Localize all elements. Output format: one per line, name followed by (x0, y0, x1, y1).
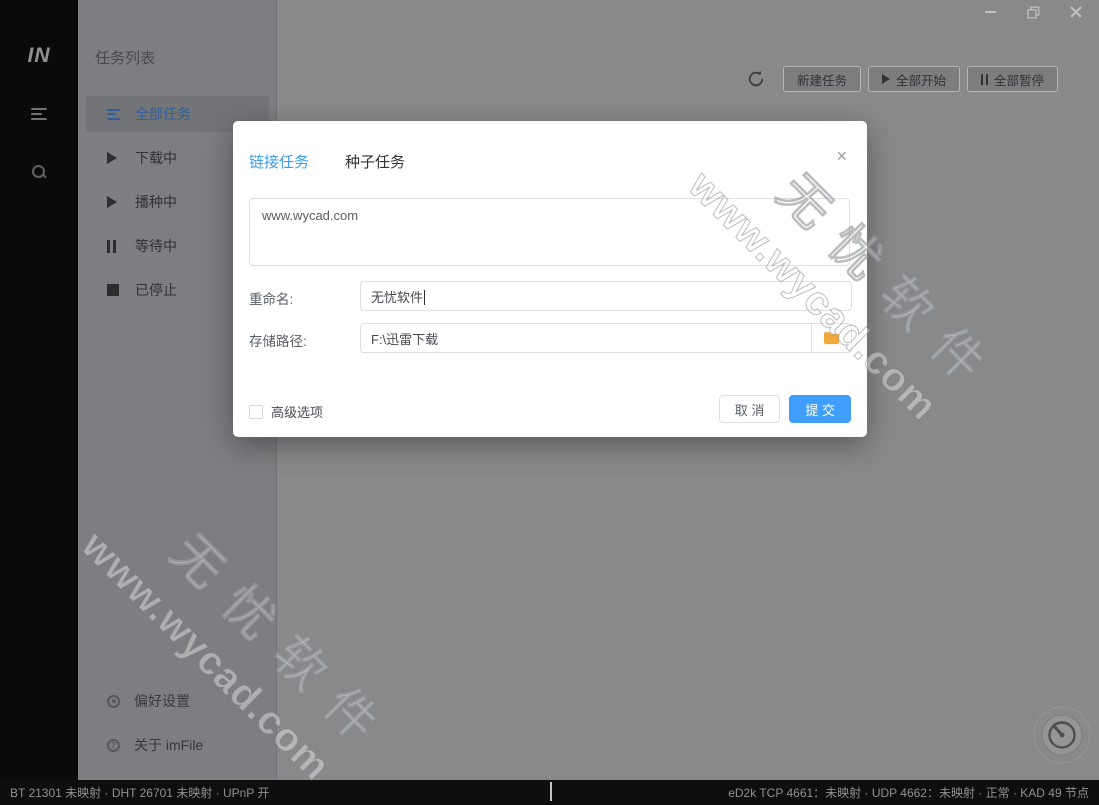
pause-icon (107, 240, 127, 253)
about-icon: ? (107, 739, 127, 752)
play-icon (107, 196, 127, 208)
browse-folder-button[interactable] (811, 324, 851, 352)
task-list-icon (107, 106, 127, 122)
left-rail: IN (0, 0, 78, 780)
submit-button[interactable]: 提 交 (789, 395, 851, 423)
minimize-icon (985, 11, 996, 13)
folder-icon (823, 331, 840, 345)
maximize-icon (1027, 6, 1040, 19)
advanced-options-label: 高级选项 (271, 402, 323, 421)
sidebar-item-preferences[interactable]: 偏好设置 (78, 683, 277, 719)
status-right: eD2k TCP 4661：未映射 · UDP 4662：未映射 · 正常 · … (728, 784, 1089, 801)
maximize-button[interactable] (1026, 5, 1040, 19)
sidebar-item-about[interactable]: ? 关于 imFile (78, 727, 277, 763)
path-label: 存储路径: (249, 330, 307, 350)
link-textarea-value: www.wycad.com (262, 208, 358, 223)
status-divider (550, 782, 552, 801)
sidebar-item-label: 已停止 (135, 280, 177, 300)
status-left: BT 21301 未映射 · DHT 26701 未映射 · UPnP 开 (10, 784, 269, 801)
dialog-actions: 取 消 提 交 (719, 395, 851, 423)
dialog-tabs: 链接任务 种子任务 (249, 151, 405, 172)
path-input[interactable]: F:\迅雷下载 (360, 323, 852, 353)
search-icon (31, 164, 47, 180)
pause-all-label: 全部暂停 (994, 70, 1044, 89)
start-all-label: 全部开始 (896, 70, 946, 89)
path-value: F:\迅雷下载 (361, 329, 448, 348)
refresh-button[interactable] (745, 68, 767, 90)
link-textarea[interactable]: www.wycad.com (249, 198, 850, 266)
app-window: IN 任务列表 全部任务 下载中 播种中 等待中 (0, 0, 1099, 805)
new-task-label: 新建任务 (797, 70, 847, 89)
pause-icon (981, 74, 988, 85)
minimize-button[interactable] (983, 5, 997, 19)
dialog-close-icon[interactable]: × (836, 147, 847, 165)
text-caret (424, 290, 425, 305)
sidebar-item-label: 全部任务 (135, 104, 191, 124)
tab-torrent-task[interactable]: 种子任务 (345, 151, 405, 172)
speed-gauge-button[interactable] (1032, 705, 1092, 765)
rename-input[interactable]: 无忧软件 (360, 281, 852, 311)
close-button[interactable] (1069, 5, 1083, 19)
task-toolbar: 新建任务 全部开始 全部暂停 (745, 66, 1058, 92)
refresh-icon (746, 69, 766, 89)
new-task-button[interactable]: 新建任务 (783, 66, 861, 92)
page-title: 任务列表 (95, 47, 155, 68)
app-logo: IN (0, 44, 78, 68)
search-rail-button[interactable] (0, 156, 78, 188)
rename-value: 无忧软件 (361, 287, 435, 306)
advanced-options-checkbox[interactable]: 高级选项 (249, 402, 323, 421)
checkbox-icon (249, 405, 263, 419)
window-controls (983, 5, 1083, 19)
sidebar-item-label: 偏好设置 (134, 691, 190, 711)
new-task-dialog: 链接任务 种子任务 × www.wycad.com 重命名: 无忧软件 存储路径… (233, 121, 867, 437)
gear-icon (107, 695, 127, 708)
sidebar-item-label: 关于 imFile (134, 735, 203, 755)
sidebar-item-label: 播种中 (135, 192, 177, 212)
status-bar: BT 21301 未映射 · DHT 26701 未映射 · UPnP 开 eD… (0, 780, 1099, 805)
start-all-button[interactable]: 全部开始 (868, 66, 960, 92)
stop-icon (107, 284, 127, 296)
sidebar-item-label: 下载中 (135, 148, 177, 168)
play-icon (107, 152, 127, 164)
close-icon (1070, 6, 1082, 18)
tab-link-task[interactable]: 链接任务 (249, 151, 309, 172)
task-list-icon (31, 105, 47, 123)
cancel-button[interactable]: 取 消 (719, 395, 781, 423)
speed-gauge-icon (1032, 705, 1092, 765)
rename-label: 重命名: (249, 288, 293, 308)
sidebar-footer: 偏好设置 ? 关于 imFile (78, 675, 277, 763)
task-list-rail-button[interactable] (0, 98, 78, 130)
sidebar-item-label: 等待中 (135, 236, 177, 256)
pause-all-button[interactable]: 全部暂停 (967, 66, 1058, 92)
play-icon (882, 74, 890, 84)
